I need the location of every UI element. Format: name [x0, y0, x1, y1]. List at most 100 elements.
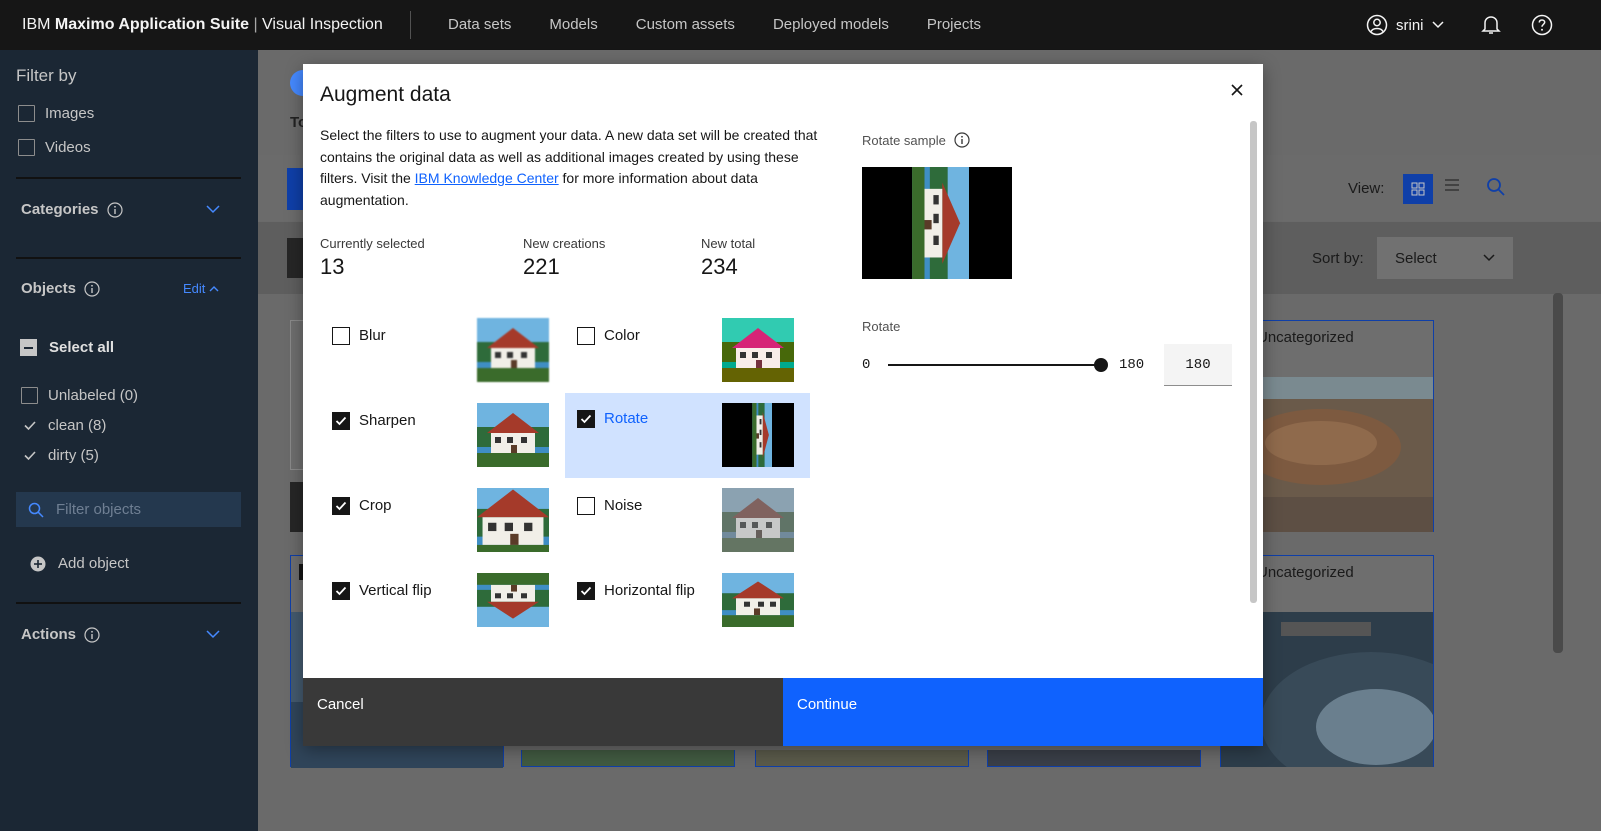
- search-icon[interactable]: [1486, 177, 1506, 197]
- checkmark-icon: [23, 451, 36, 461]
- filter-objects-input[interactable]: [56, 501, 226, 518]
- object-label: clean (8): [48, 417, 107, 434]
- sort-select[interactable]: Select: [1377, 237, 1513, 279]
- filter-label: Blur: [359, 327, 386, 344]
- modal-scrollbar[interactable]: [1250, 121, 1257, 603]
- grid-view-button[interactable]: [1403, 174, 1433, 204]
- checkbox-box: [21, 417, 38, 434]
- filter-label: Crop: [359, 497, 392, 514]
- close-icon: [1231, 84, 1243, 96]
- stat-label: New total: [701, 236, 756, 251]
- stat-label: Currently selected: [320, 236, 425, 251]
- filter-checkbox[interactable]: [577, 497, 595, 515]
- filter-color[interactable]: Color: [565, 310, 810, 395]
- filter-checkbox[interactable]: [332, 327, 350, 345]
- user-menu[interactable]: srini: [1366, 0, 1444, 50]
- primary-action-button[interactable]: [287, 168, 303, 210]
- vertical-flip-preview-image: [477, 573, 549, 627]
- object-clean-checkbox[interactable]: clean (8): [21, 417, 106, 434]
- filter-images-checkbox[interactable]: Images: [18, 105, 94, 122]
- sidebar-divider: [16, 177, 241, 179]
- info-icon: [106, 201, 123, 218]
- objects-section-toggle[interactable]: Objects: [21, 280, 100, 297]
- nav-projects[interactable]: Projects: [908, 0, 1000, 50]
- image-card[interactable]: [521, 750, 735, 767]
- sidebar-divider: [16, 257, 241, 259]
- close-button[interactable]: [1227, 80, 1247, 100]
- filter-checkbox[interactable]: [332, 582, 350, 600]
- filter-checkbox[interactable]: [577, 327, 595, 345]
- add-object-button[interactable]: Add object: [30, 555, 129, 572]
- help-button[interactable]: [1529, 12, 1555, 38]
- object-dirty-checkbox[interactable]: dirty (5): [21, 447, 99, 464]
- blur-preview-image: [477, 318, 549, 382]
- stat-value: 13: [320, 254, 345, 279]
- filter-noise[interactable]: Noise: [565, 480, 810, 565]
- noise-preview-image: [722, 488, 794, 552]
- checkbox-box: [21, 447, 38, 464]
- filter-rotate[interactable]: Rotate: [565, 393, 810, 478]
- rotate-value-input[interactable]: [1164, 344, 1232, 386]
- stat-label: New creations: [523, 236, 606, 251]
- filter-label: Horizontal flip: [604, 582, 695, 599]
- chevron-down-icon[interactable]: [206, 205, 220, 214]
- cancel-button[interactable]: Cancel: [303, 678, 783, 746]
- rotate-preview-image: [722, 403, 794, 467]
- top-header: IBM Maximo Application Suite | Visual In…: [0, 0, 1601, 50]
- filter-checkbox[interactable]: [332, 412, 350, 430]
- filter-crop[interactable]: Crop: [320, 480, 565, 565]
- rotate-slider-track[interactable]: [888, 364, 1102, 366]
- sidebar-divider: [16, 602, 241, 604]
- sort-value: Select: [1395, 249, 1437, 267]
- object-unlabeled-checkbox[interactable]: Unlabeled (0): [21, 387, 138, 404]
- nav-models[interactable]: Models: [530, 0, 616, 50]
- checkmark-icon: [335, 501, 347, 511]
- brand-name: Maximo Application Suite: [54, 16, 249, 33]
- image-card[interactable]: [290, 320, 304, 470]
- continue-button[interactable]: Continue: [783, 678, 1263, 746]
- categories-section-toggle[interactable]: Categories: [21, 201, 123, 218]
- modal-description: Select the filters to use to augment you…: [320, 125, 820, 211]
- image-card[interactable]: [987, 750, 1201, 767]
- filter-videos-label: Videos: [45, 139, 91, 156]
- card-category-label: Uncategorized: [1257, 564, 1354, 581]
- modal-title: Augment data: [320, 83, 451, 106]
- indeterminate-icon: [20, 339, 37, 356]
- sort-label: Sort by:: [1312, 250, 1364, 267]
- app-brand[interactable]: IBM Maximo Application Suite | Visual In…: [0, 16, 410, 34]
- checkmark-icon: [23, 421, 36, 431]
- filter-horizontal-flip[interactable]: Horizontal flip: [565, 565, 810, 650]
- rotate-slider-handle[interactable]: [1094, 358, 1108, 372]
- filter-label: Color: [604, 327, 640, 344]
- nav-deployed-models[interactable]: Deployed models: [754, 0, 908, 50]
- notifications-button[interactable]: [1478, 12, 1504, 38]
- knowledge-center-link[interactable]: IBM Knowledge Center: [415, 170, 559, 186]
- stat-value: 221: [523, 254, 560, 279]
- image-card[interactable]: [755, 750, 969, 767]
- filter-blur[interactable]: Blur: [320, 310, 565, 395]
- sharpen-preview-image: [477, 403, 549, 467]
- actions-section-toggle[interactable]: Actions: [21, 626, 100, 643]
- list-view-icon[interactable]: [1444, 177, 1460, 193]
- objects-label: Objects: [21, 280, 77, 297]
- slider-min-value: 0: [862, 357, 871, 373]
- nav-data-sets[interactable]: Data sets: [429, 0, 530, 50]
- filter-checkbox[interactable]: [577, 410, 595, 428]
- checkmark-icon: [580, 586, 592, 596]
- filter-videos-checkbox[interactable]: Videos: [18, 139, 91, 156]
- filter-vertical-flip[interactable]: Vertical flip: [320, 565, 565, 650]
- nav-custom-assets[interactable]: Custom assets: [617, 0, 754, 50]
- chevron-down-icon: [1483, 254, 1495, 262]
- filter-label: Vertical flip: [359, 582, 432, 599]
- edit-objects-link[interactable]: Edit: [183, 281, 219, 296]
- chevron-down-icon[interactable]: [206, 630, 220, 639]
- search-icon: [28, 502, 44, 518]
- select-all-checkbox[interactable]: Select all: [20, 339, 114, 356]
- filter-checkbox[interactable]: [577, 582, 595, 600]
- info-icon[interactable]: [954, 132, 970, 148]
- actions-label: Actions: [21, 626, 77, 643]
- filter-checkbox[interactable]: [332, 497, 350, 515]
- filter-sharpen[interactable]: Sharpen: [320, 395, 565, 480]
- object-label: dirty (5): [48, 447, 99, 464]
- main-scrollbar[interactable]: [1553, 293, 1563, 653]
